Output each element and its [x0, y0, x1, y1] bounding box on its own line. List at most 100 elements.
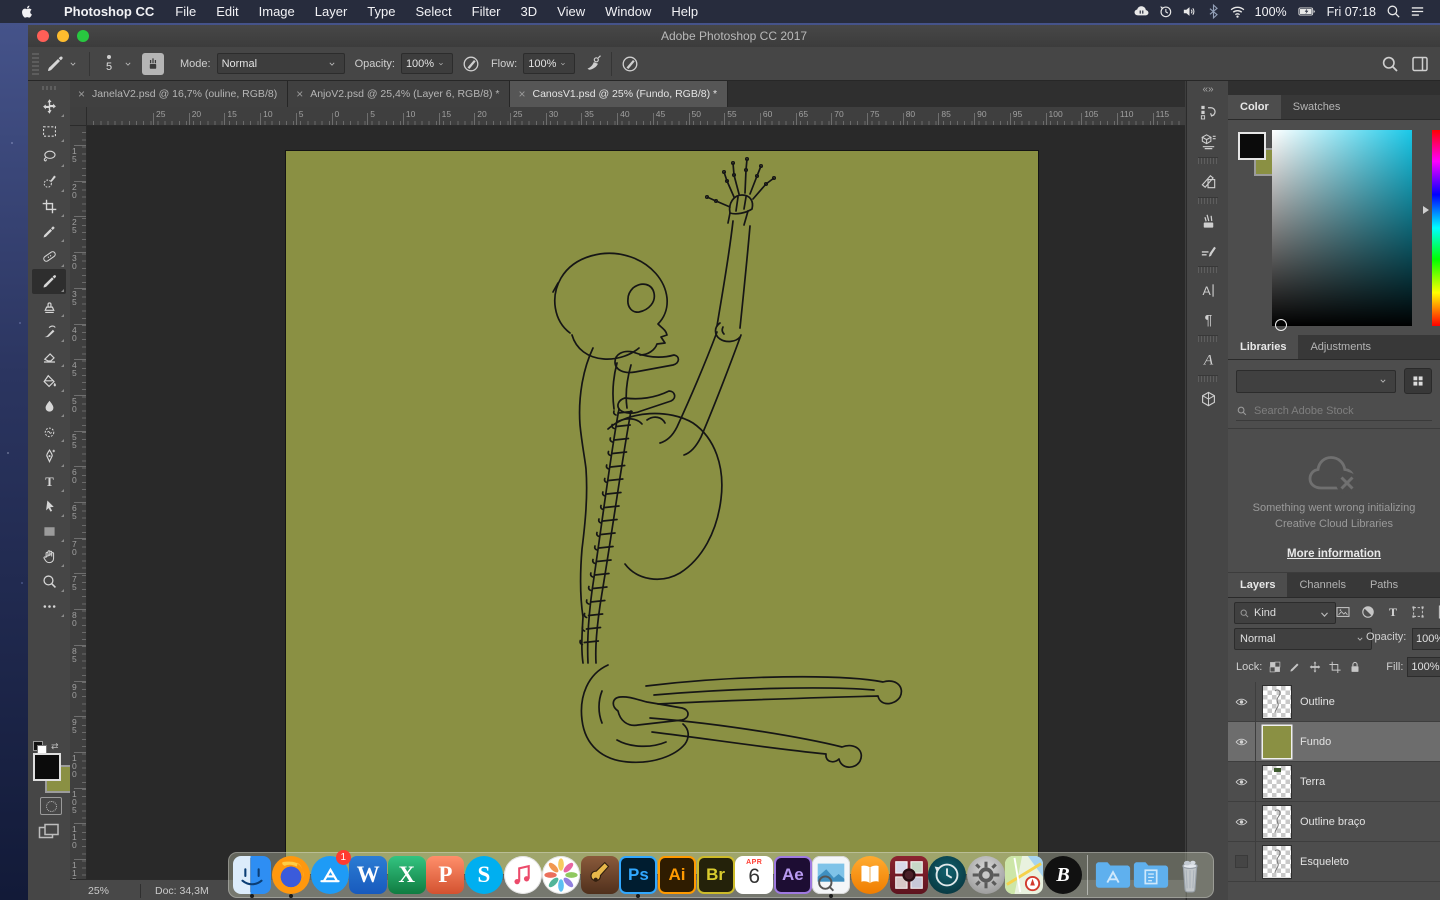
lock-checker-icon[interactable]: [1266, 658, 1284, 676]
layer-row[interactable]: Esqueleto: [1228, 842, 1440, 882]
layer-visibility-toggle[interactable]: [1228, 722, 1256, 761]
hand-tool[interactable]: [32, 544, 66, 569]
layer-visibility-toggle[interactable]: [1228, 682, 1256, 721]
document-tab[interactable]: ×CanosV1.psd @ 25% (Fundo, RGB/8) *: [510, 81, 728, 107]
color-cursor[interactable]: [1275, 319, 1287, 331]
dock-item-garageband[interactable]: [580, 853, 619, 897]
dock-item-firefox[interactable]: [272, 853, 311, 897]
layer-row[interactable]: Outline braço: [1228, 802, 1440, 842]
layer-thumbnail[interactable]: [1263, 766, 1291, 798]
color-picker-gradient[interactable]: [1272, 130, 1412, 326]
spotlight-icon[interactable]: [1385, 3, 1402, 20]
close-tab-icon[interactable]: ×: [296, 87, 303, 101]
opacity-pressure-icon[interactable]: [461, 54, 481, 74]
document-tab[interactable]: ×AnjoV2.psd @ 25,4% (Layer 6, RGB/8) *: [288, 81, 510, 107]
tab-channels[interactable]: Channels: [1287, 573, 1357, 597]
dock-item-finder[interactable]: [233, 853, 272, 897]
zoom-window-button[interactable]: [77, 30, 89, 42]
device-preview-panel-icon[interactable]: [1193, 127, 1223, 155]
glyphs-panel-icon[interactable]: A: [1193, 345, 1223, 373]
paint-bucket-tool[interactable]: [32, 369, 66, 394]
type-tool[interactable]: T: [32, 469, 66, 494]
history-panel-icon[interactable]: [1193, 98, 1223, 126]
blend-mode-select[interactable]: Normal: [1234, 628, 1372, 650]
spot-healing-tool[interactable]: [32, 244, 66, 269]
dock-item-app-store[interactable]: 1: [310, 853, 349, 897]
apple-menu-icon[interactable]: [20, 4, 35, 19]
dock-item-photo-booth[interactable]: [889, 853, 928, 897]
menu-clock[interactable]: Fri 07:18: [1325, 5, 1378, 19]
layer-thumbnail[interactable]: [1263, 806, 1291, 838]
layer-thumbnail[interactable]: [1263, 726, 1291, 758]
dock-item-excel[interactable]: X: [387, 853, 426, 897]
menu-edit[interactable]: Edit: [206, 0, 248, 23]
wifi-icon[interactable]: [1229, 3, 1246, 20]
close-tab-icon[interactable]: ×: [518, 87, 525, 101]
rectangle-tool[interactable]: [32, 519, 66, 544]
dock-item-preview[interactable]: [812, 853, 851, 897]
menu-select[interactable]: Select: [405, 0, 461, 23]
move-tool[interactable]: [32, 94, 66, 119]
zoom-tool[interactable]: [32, 569, 66, 594]
swap-colors-icon[interactable]: ⇄: [51, 741, 59, 752]
library-select[interactable]: [1236, 370, 1396, 393]
dock-item-illustrator[interactable]: Ai: [658, 853, 697, 897]
close-window-button[interactable]: [37, 30, 49, 42]
dock-item-powerpoint[interactable]: P: [426, 853, 465, 897]
3d-panel-icon[interactable]: [1193, 385, 1223, 413]
fill-field[interactable]: 100%: [1407, 657, 1440, 677]
dock-item-skype[interactable]: S: [465, 853, 504, 897]
volume-icon[interactable]: [1181, 3, 1198, 20]
window-titlebar[interactable]: Adobe Photoshop CC 2017: [28, 25, 1440, 47]
menu-layer[interactable]: Layer: [305, 0, 358, 23]
dock-item-photos[interactable]: [542, 853, 581, 897]
brushes-panel-icon[interactable]: [1193, 236, 1223, 264]
tab-libraries[interactable]: Libraries: [1228, 335, 1298, 359]
menu-3d[interactable]: 3D: [511, 0, 548, 23]
chevron-down-icon[interactable]: [69, 60, 77, 68]
chevron-down-icon[interactable]: [124, 60, 132, 68]
canvas[interactable]: [286, 151, 1038, 874]
brush-size-preview[interactable]: 5: [98, 55, 120, 73]
toggle-brush-panel-button[interactable]: [142, 53, 164, 75]
eraser-tool[interactable]: [32, 344, 66, 369]
clone-stamp-tool[interactable]: [32, 294, 66, 319]
size-pressure-icon[interactable]: [620, 54, 640, 74]
quick-mask-button[interactable]: [40, 797, 62, 815]
tab-swatches[interactable]: Swatches: [1281, 95, 1353, 119]
dock-item-ibooks[interactable]: [851, 853, 890, 897]
blur-tool[interactable]: [32, 394, 66, 419]
layer-visibility-toggle[interactable]: [1228, 762, 1256, 801]
dock-item-b-app[interactable]: B: [1044, 853, 1083, 897]
dock-item-documents-folder[interactable]: [1132, 853, 1171, 897]
hue-slider[interactable]: [1432, 130, 1440, 326]
library-view-grid-button[interactable]: [1404, 368, 1432, 394]
search-adobe-stock-input[interactable]: Search Adobe Stock: [1236, 402, 1432, 421]
document-tab[interactable]: ×JanelaV2.psd @ 16,7% (ouline, RGB/8): [70, 81, 288, 107]
menu-window[interactable]: Window: [595, 0, 661, 23]
tools-grip[interactable]: [42, 86, 56, 90]
brush-settings-panel-icon[interactable]: [1193, 207, 1223, 235]
dock-item-word[interactable]: W: [349, 853, 388, 897]
dock-item-photoshop[interactable]: Ps: [619, 853, 658, 897]
dock-item-bridge[interactable]: Br: [696, 853, 735, 897]
screen-mode-button[interactable]: [38, 823, 60, 841]
filter-type-icon[interactable]: T: [1382, 602, 1404, 622]
history-brush-tool[interactable]: [32, 319, 66, 344]
lock-lock-icon[interactable]: [1346, 658, 1364, 676]
filter-image-icon[interactable]: [1332, 602, 1354, 622]
smudge-tool[interactable]: [32, 419, 66, 444]
history-clock-icon[interactable]: [1157, 3, 1174, 20]
notification-list-icon[interactable]: [1409, 3, 1426, 20]
layer-visibility-toggle[interactable]: [1228, 842, 1256, 881]
path-selection-tool[interactable]: [32, 494, 66, 519]
layer-filter-select[interactable]: Kind: [1234, 602, 1336, 624]
artboards-panel-icon[interactable]: [1193, 167, 1223, 195]
opacity-field[interactable]: 100%: [1412, 628, 1440, 650]
eyedropper-tool[interactable]: [32, 219, 66, 244]
zoom-level[interactable]: 25%: [88, 885, 140, 897]
foreground-color-swatch[interactable]: [1238, 132, 1266, 160]
workspace-switcher-icon[interactable]: [1410, 54, 1430, 74]
menu-help[interactable]: Help: [661, 0, 708, 23]
lock-frame-sm-icon[interactable]: [1326, 658, 1344, 676]
